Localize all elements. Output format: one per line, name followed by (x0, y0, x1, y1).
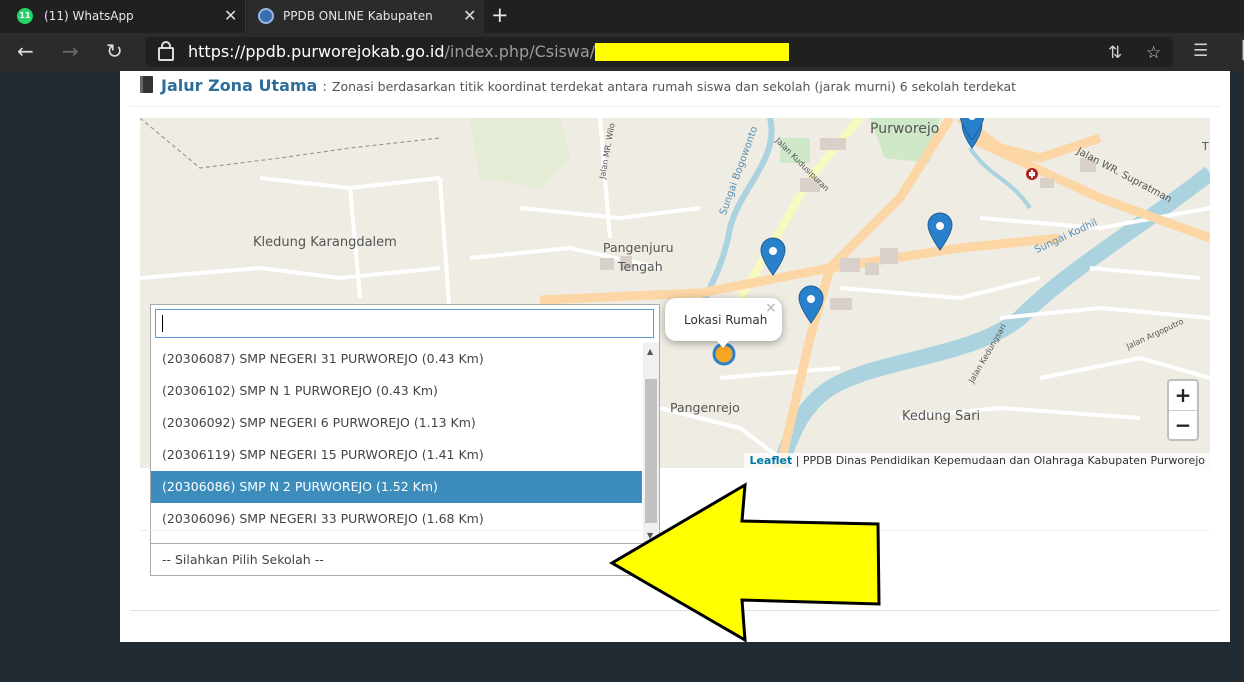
read-aloud-icon[interactable]: ⇅ (1108, 43, 1122, 63)
map-attribution: Leaflet | PPDB Dinas Pendidikan Kepemuda… (744, 453, 1210, 468)
school-options-list: (20306087) SMP NEGERI 31 PURWOREJO (0.43… (151, 343, 642, 543)
leaflet-link[interactable]: Leaflet (749, 454, 792, 467)
tab-whatsapp[interactable]: 11 (11) WhatsApp ✕ (0, 0, 246, 33)
redaction-highlight (595, 43, 789, 61)
divider (130, 610, 1220, 611)
page-panel: Jalur Zona Utama : Zonasi berdasarkan ti… (120, 71, 1230, 642)
scrollbar-thumb[interactable] (645, 379, 657, 523)
popup-close-icon[interactable]: × (765, 300, 777, 316)
map-label: T (1202, 140, 1209, 153)
favorites-list-icon[interactable]: ☰ (1193, 41, 1208, 61)
tab-title: PPDB ONLINE Kabupaten Purworejo (283, 9, 435, 23)
section-description: Zonasi berdasarkan titik koordinat terde… (331, 79, 1017, 94)
back-icon[interactable]: ← (17, 39, 34, 63)
forward-icon[interactable]: → (62, 39, 79, 63)
lock-icon (158, 41, 174, 61)
section-header: Jalur Zona Utama : Zonasi berdasarkan ti… (140, 76, 1016, 102)
tab-bar: 11 (11) WhatsApp ✕ PPDB ONLINE Kabupaten… (0, 0, 1244, 33)
map-label: Kledung Karangdalem (253, 235, 397, 250)
map-popup: Lokasi Rumah × (665, 298, 782, 348)
close-tab-icon[interactable]: ✕ (224, 6, 237, 25)
section-separator: : (322, 80, 327, 95)
attribution-text: | PPDB Dinas Pendidikan Kepemudaan dan O… (792, 454, 1205, 467)
reload-icon[interactable]: ↻ (106, 39, 123, 63)
zoom-control: + − (1167, 379, 1199, 441)
school-option[interactable]: (20306102) SMP N 1 PURWOREJO (0.43 Km) (151, 375, 642, 407)
favorite-star-icon[interactable]: ☆ (1146, 43, 1161, 63)
school-option[interactable]: (20306119) SMP NEGERI 15 PURWOREJO (1.41… (151, 439, 642, 471)
map-label: Purworejo (870, 121, 940, 137)
site-favicon-icon (258, 8, 274, 24)
divider (140, 530, 1210, 531)
browser-toolbar: ← → ↻ https://ppdb.purworejokab.go.id/in… (0, 33, 1244, 71)
school-option[interactable]: (20306087) SMP NEGERI 31 PURWOREJO (0.43… (151, 343, 642, 375)
map-label: Pangenrejo (670, 400, 740, 415)
address-bar[interactable]: https://ppdb.purworejokab.go.id/index.ph… (146, 37, 1173, 67)
tab-title: (11) WhatsApp (44, 9, 134, 23)
school-option[interactable]: (20306092) SMP NEGERI 6 PURWOREJO (1.13 … (151, 407, 642, 439)
url-text: https://ppdb.purworejokab.go.id/index.ph… (188, 42, 647, 61)
school-option-highlighted[interactable]: (20306086) SMP N 2 PURWOREJO (1.52 Km) (151, 471, 642, 503)
school-select-dropdown[interactable]: (20306087) SMP NEGERI 31 PURWOREJO (0.43… (150, 304, 660, 576)
close-tab-icon[interactable]: ✕ (463, 6, 476, 25)
zoom-in-button[interactable]: + (1169, 381, 1197, 411)
options-scrollbar[interactable]: ▲ ▼ (643, 343, 659, 543)
collections-icon[interactable]: ▐ (1236, 41, 1244, 61)
map-label: Tengah (618, 259, 663, 274)
school-search-input[interactable] (155, 309, 654, 338)
map-label: Pangenjuru (603, 240, 674, 255)
map-label: Kedung Sari (902, 409, 981, 424)
new-tab-icon[interactable]: + (491, 3, 509, 27)
text-caret (162, 315, 163, 332)
whatsapp-icon: 11 (17, 8, 33, 24)
tab-ppdb[interactable]: PPDB ONLINE Kabupaten Purworejo ✕ (247, 0, 484, 33)
section-title: Jalur Zona Utama (161, 76, 318, 95)
scroll-down-icon[interactable]: ▼ (647, 531, 653, 540)
zoom-out-button[interactable]: − (1169, 411, 1197, 440)
school-select-current[interactable]: -- Silahkan Pilih Sekolah -- (151, 543, 659, 576)
popup-text: Lokasi Rumah (684, 313, 768, 327)
divider (130, 106, 1220, 107)
scroll-up-icon[interactable]: ▲ (647, 347, 653, 356)
book-icon (140, 76, 153, 93)
